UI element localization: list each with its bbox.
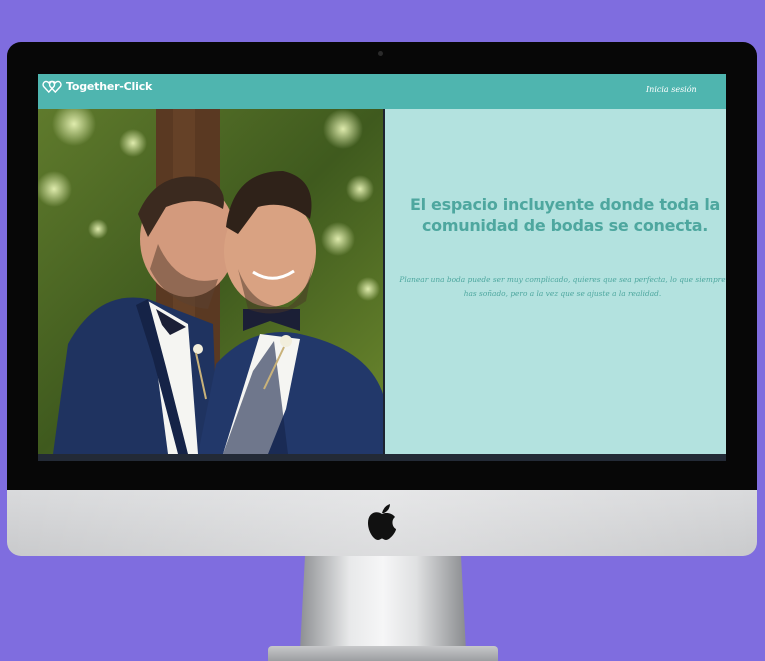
camera-dot [378,51,383,56]
couple-wedding-photo [38,109,383,454]
monitor-stand-base [268,646,498,661]
two-hearts-icon [42,80,62,93]
brand-name: Together-Click [66,80,153,93]
hero-panel: El espacio incluyente donde toda la comu… [385,109,726,454]
apple-logo-icon [368,504,396,540]
hero-description-line-1: Planear una boda puede ser muy complicad… [399,275,726,284]
screen-footer-strip [38,454,726,461]
site-header: Together-Click Inicia sesión [38,74,726,109]
brand-logo[interactable]: Together-Click [42,80,152,93]
hero-heading: El espacio incluyente donde toda la comu… [409,195,721,235]
login-link[interactable]: Inicia sesión [646,85,697,94]
hero-description: Planear una boda puede ser muy complicad… [395,273,726,301]
hero-description-line-2: has soñado, pero a la vez que se ajuste … [463,289,662,298]
monitor-screen: Together-Click Inicia sesión El espacio … [38,74,726,461]
monitor-stand-neck [300,556,466,651]
